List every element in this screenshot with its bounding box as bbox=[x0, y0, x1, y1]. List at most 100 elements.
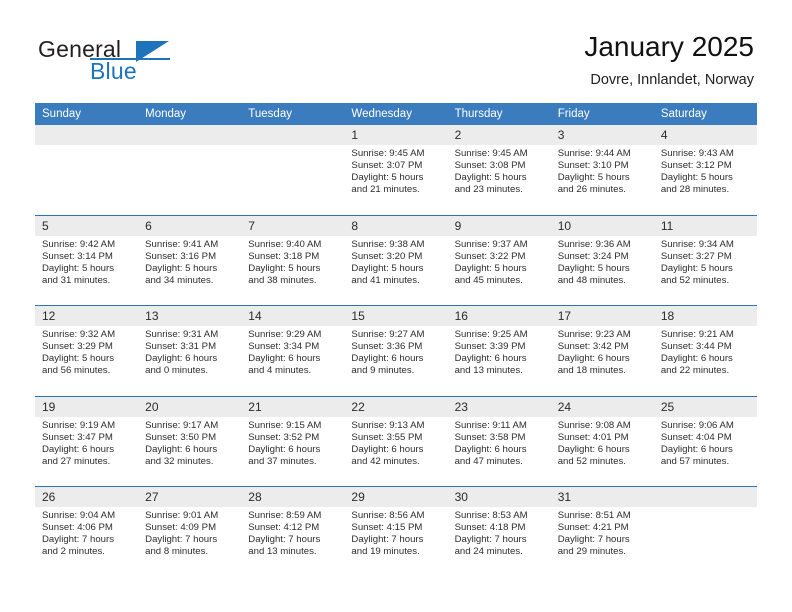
day-cell[interactable]: Sunrise: 9:06 AM Sunset: 4:04 PM Dayligh… bbox=[653, 416, 757, 487]
day-details: Sunrise: 9:01 AM Sunset: 4:09 PM Dayligh… bbox=[145, 510, 235, 558]
day-number[interactable]: 9 bbox=[447, 214, 551, 236]
sunrise-text: Sunrise: 9:32 AM bbox=[42, 329, 116, 340]
day-number[interactable]: 7 bbox=[241, 214, 345, 236]
day-cell[interactable]: Sunrise: 9:38 AM Sunset: 3:20 PM Dayligh… bbox=[344, 235, 448, 306]
daylight-text-line2: and 28 minutes. bbox=[660, 184, 730, 196]
day-cell[interactable]: Sunrise: 9:37 AM Sunset: 3:22 PM Dayligh… bbox=[447, 235, 551, 306]
day-cell[interactable] bbox=[138, 145, 242, 215]
day-cell[interactable] bbox=[35, 145, 139, 215]
day-cell[interactable]: Sunrise: 9:45 AM Sunset: 3:07 PM Dayligh… bbox=[344, 145, 448, 215]
day-cell[interactable]: Sunrise: 9:34 AM Sunset: 3:27 PM Dayligh… bbox=[653, 235, 757, 306]
day-cell[interactable]: Sunrise: 9:21 AM Sunset: 3:44 PM Dayligh… bbox=[653, 326, 757, 396]
day-cell[interactable]: Sunrise: 8:56 AM Sunset: 4:15 PM Dayligh… bbox=[344, 507, 448, 577]
day-number[interactable]: 29 bbox=[344, 486, 448, 507]
day-details: Sunrise: 9:36 AM Sunset: 3:24 PM Dayligh… bbox=[558, 239, 648, 287]
week-detail-row: Sunrise: 9:04 AM Sunset: 4:06 PM Dayligh… bbox=[35, 507, 757, 577]
sunrise-text: Sunrise: 8:59 AM bbox=[248, 510, 322, 521]
day-number[interactable]: 19 bbox=[35, 395, 139, 417]
day-cell[interactable]: Sunrise: 9:15 AM Sunset: 3:52 PM Dayligh… bbox=[241, 416, 345, 487]
day-cell[interactable]: Sunrise: 9:40 AM Sunset: 3:18 PM Dayligh… bbox=[241, 235, 345, 306]
day-details: Sunrise: 8:59 AM Sunset: 4:12 PM Dayligh… bbox=[248, 510, 338, 558]
day-cell[interactable]: Sunrise: 9:13 AM Sunset: 3:55 PM Dayligh… bbox=[344, 416, 448, 487]
day-cell[interactable]: Sunrise: 9:17 AM Sunset: 3:50 PM Dayligh… bbox=[138, 416, 242, 487]
day-number[interactable]: 25 bbox=[653, 395, 757, 417]
day-cell[interactable]: Sunrise: 9:42 AM Sunset: 3:14 PM Dayligh… bbox=[35, 235, 139, 306]
daylight-text-line1: Daylight: 7 hours bbox=[145, 534, 218, 546]
day-number[interactable]: 26 bbox=[35, 486, 139, 507]
day-number[interactable]: 6 bbox=[138, 214, 242, 236]
day-number[interactable]: 15 bbox=[344, 305, 448, 326]
day-number[interactable]: 22 bbox=[344, 395, 448, 417]
day-cell[interactable]: Sunrise: 9:01 AM Sunset: 4:09 PM Dayligh… bbox=[138, 507, 242, 577]
day-number[interactable]: 10 bbox=[550, 214, 654, 236]
sunrise-text: Sunrise: 9:31 AM bbox=[145, 329, 219, 340]
day-number[interactable]: 27 bbox=[138, 486, 242, 507]
day-number[interactable]: 20 bbox=[138, 395, 242, 417]
daylight-text-line1: Daylight: 7 hours bbox=[557, 534, 630, 546]
day-cell[interactable]: Sunrise: 9:25 AM Sunset: 3:39 PM Dayligh… bbox=[447, 326, 551, 396]
sunset-text: Sunset: 4:12 PM bbox=[248, 522, 320, 534]
day-number[interactable]: 31 bbox=[550, 486, 654, 507]
day-number[interactable]: 23 bbox=[447, 395, 551, 417]
day-cell[interactable]: Sunrise: 9:04 AM Sunset: 4:06 PM Dayligh… bbox=[35, 507, 139, 577]
day-cell[interactable]: Sunrise: 8:59 AM Sunset: 4:12 PM Dayligh… bbox=[241, 507, 345, 577]
weekday-header-row: Sunday Monday Tuesday Wednesday Thursday… bbox=[35, 103, 757, 125]
day-cell[interactable]: Sunrise: 9:27 AM Sunset: 3:36 PM Dayligh… bbox=[344, 326, 448, 396]
day-cell[interactable]: Sunrise: 8:53 AM Sunset: 4:18 PM Dayligh… bbox=[447, 507, 551, 577]
page-subtitle: Dovre, Innlandet, Norway bbox=[590, 72, 754, 88]
day-cell[interactable]: Sunrise: 8:51 AM Sunset: 4:21 PM Dayligh… bbox=[550, 507, 654, 577]
brand-logo[interactable]: General Blue bbox=[38, 36, 258, 92]
daylight-text-line1: Daylight: 5 hours bbox=[145, 262, 218, 274]
day-cell[interactable]: Sunrise: 9:41 AM Sunset: 3:16 PM Dayligh… bbox=[138, 235, 242, 306]
daylight-text-line2: and 4 minutes. bbox=[248, 365, 312, 377]
sunset-text: Sunset: 3:39 PM bbox=[454, 341, 526, 353]
day-number[interactable] bbox=[241, 125, 345, 145]
daylight-text-line1: Daylight: 5 hours bbox=[660, 172, 733, 184]
sunset-text: Sunset: 4:21 PM bbox=[557, 522, 629, 534]
day-details: Sunrise: 9:42 AM Sunset: 3:14 PM Dayligh… bbox=[42, 239, 132, 287]
day-cell[interactable]: Sunrise: 9:45 AM Sunset: 3:08 PM Dayligh… bbox=[447, 145, 551, 215]
day-number[interactable]: 4 bbox=[653, 125, 757, 145]
day-number[interactable] bbox=[138, 125, 242, 145]
day-cell[interactable] bbox=[241, 145, 345, 215]
day-cell[interactable]: Sunrise: 9:11 AM Sunset: 3:58 PM Dayligh… bbox=[447, 416, 551, 487]
day-number[interactable]: 3 bbox=[550, 125, 654, 145]
day-cell[interactable]: Sunrise: 9:36 AM Sunset: 3:24 PM Dayligh… bbox=[550, 235, 654, 306]
day-cell[interactable]: Sunrise: 9:29 AM Sunset: 3:34 PM Dayligh… bbox=[241, 326, 345, 396]
day-number[interactable]: 12 bbox=[35, 305, 139, 326]
day-cell[interactable]: Sunrise: 9:44 AM Sunset: 3:10 PM Dayligh… bbox=[550, 145, 654, 215]
day-cell[interactable]: Sunrise: 9:32 AM Sunset: 3:29 PM Dayligh… bbox=[35, 326, 139, 396]
day-number[interactable] bbox=[653, 486, 757, 507]
day-number[interactable]: 8 bbox=[344, 214, 448, 236]
day-number[interactable]: 16 bbox=[447, 305, 551, 326]
day-number[interactable]: 18 bbox=[653, 305, 757, 326]
sunrise-text: Sunrise: 9:40 AM bbox=[248, 238, 322, 250]
sunrise-text: Sunrise: 9:15 AM bbox=[248, 419, 322, 431]
day-number[interactable]: 1 bbox=[344, 125, 448, 145]
day-number[interactable]: 2 bbox=[447, 125, 551, 145]
day-number[interactable]: 21 bbox=[241, 395, 345, 417]
day-cell[interactable]: Sunrise: 9:31 AM Sunset: 3:31 PM Dayligh… bbox=[138, 326, 242, 396]
daylight-text-line1: Daylight: 5 hours bbox=[557, 262, 630, 274]
day-number[interactable]: 13 bbox=[138, 305, 242, 326]
day-cell[interactable] bbox=[653, 507, 757, 577]
day-number[interactable]: 11 bbox=[653, 214, 757, 236]
sunrise-text: Sunrise: 9:13 AM bbox=[351, 419, 425, 431]
day-number[interactable]: 17 bbox=[550, 305, 654, 326]
day-number[interactable]: 28 bbox=[241, 486, 345, 507]
day-number[interactable] bbox=[35, 125, 139, 145]
day-cell[interactable]: Sunrise: 9:43 AM Sunset: 3:12 PM Dayligh… bbox=[653, 145, 757, 215]
week-daynumber-row: 26 27 28 29 30 31 bbox=[35, 486, 757, 507]
sunset-text: Sunset: 4:04 PM bbox=[660, 431, 732, 443]
day-number[interactable]: 24 bbox=[550, 395, 654, 417]
day-cell[interactable]: Sunrise: 9:19 AM Sunset: 3:47 PM Dayligh… bbox=[35, 416, 139, 487]
daylight-text-line1: Daylight: 5 hours bbox=[660, 262, 733, 274]
daylight-text-line1: Daylight: 6 hours bbox=[248, 353, 321, 365]
day-number[interactable]: 30 bbox=[447, 486, 551, 507]
day-cell[interactable]: Sunrise: 9:23 AM Sunset: 3:42 PM Dayligh… bbox=[550, 326, 654, 396]
daylight-text-line2: and 13 minutes. bbox=[248, 546, 317, 558]
sunset-text: Sunset: 3:08 PM bbox=[454, 160, 526, 172]
day-number[interactable]: 14 bbox=[241, 305, 345, 326]
day-cell[interactable]: Sunrise: 9:08 AM Sunset: 4:01 PM Dayligh… bbox=[550, 416, 654, 487]
day-number[interactable]: 5 bbox=[35, 214, 139, 236]
